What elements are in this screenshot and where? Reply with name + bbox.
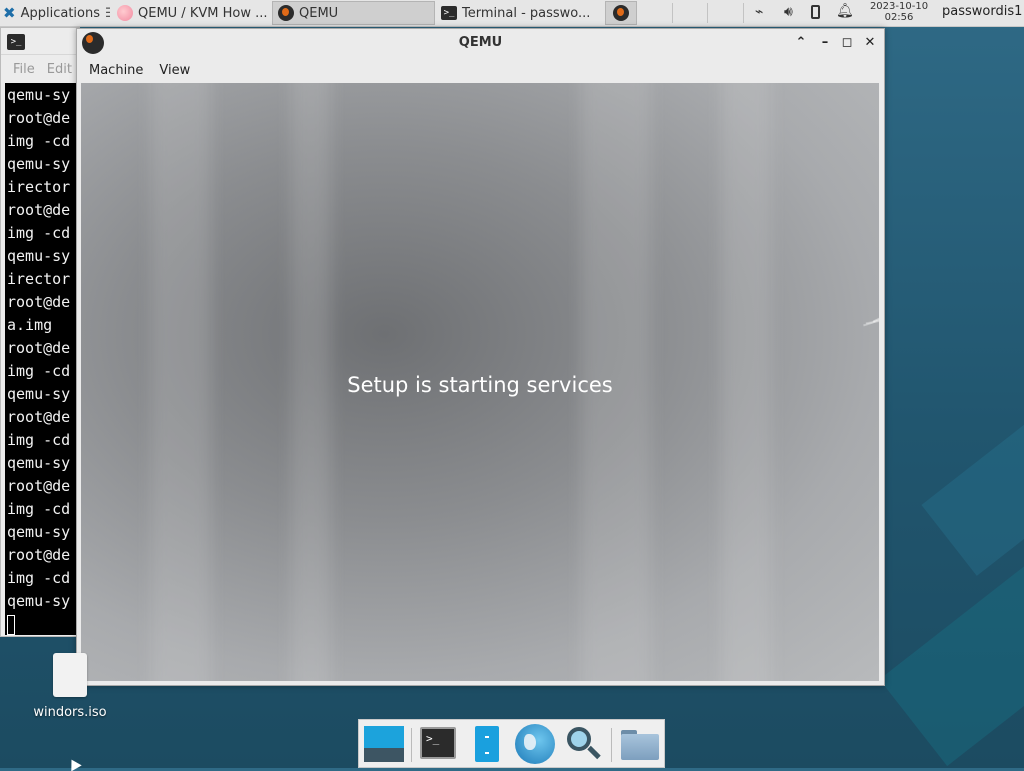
web-browser-globe-icon[interactable] <box>514 724 556 764</box>
minimize-icon[interactable]: – <box>816 34 834 52</box>
terminal-line: qemu-sy <box>7 155 71 173</box>
file-cabinet-icon[interactable] <box>466 724 508 764</box>
qemu-titlebar[interactable]: QEMU ⌃ – ◻ ✕ <box>77 29 884 57</box>
dock: >_ <box>358 719 665 768</box>
desktop-icon-label: windors.iso <box>33 705 107 720</box>
terminal-line: img -cd <box>7 500 71 518</box>
volume-icon[interactable]: 🔊︎ <box>784 4 793 20</box>
terminal-line: qemu-sy <box>7 454 71 472</box>
menu-view[interactable]: View <box>159 63 190 78</box>
menu-machine[interactable]: Machine <box>89 63 143 78</box>
show-desktop-icon[interactable] <box>363 724 405 764</box>
vm-display[interactable]: Setup is starting services <box>81 83 879 681</box>
terminal-icon: >_ <box>7 34 25 50</box>
workspace-switcher-button[interactable] <box>605 1 637 25</box>
window-title: QEMU <box>458 35 503 50</box>
mouse-pointer-icon <box>66 756 82 771</box>
terminal-line: irector <box>7 270 71 288</box>
taskbar-item-label: Terminal - passwo... <box>462 5 591 21</box>
close-icon[interactable]: ✕ <box>861 34 879 52</box>
terminal-cursor <box>7 614 15 635</box>
terminal-line: root@de <box>7 477 71 495</box>
desktop-wallpaper-shape <box>921 394 1024 576</box>
maximize-icon[interactable]: ◻ <box>838 34 856 52</box>
battery-icon[interactable] <box>811 5 820 19</box>
terminal-line: qemu-sy <box>7 385 71 403</box>
terminal-window[interactable]: >_ File Edit qemu-sy root@de img -cd qem… <box>0 27 80 637</box>
setup-status-message: Setup is starting services <box>347 373 613 397</box>
shade-icon[interactable]: ⌃ <box>792 34 810 52</box>
terminal-line: img -cd <box>7 431 71 449</box>
panel-separator <box>743 3 744 23</box>
terminal-line: img -cd <box>7 362 71 380</box>
taskbar-item-qemu[interactable]: QEMU <box>272 1 435 25</box>
menu-file[interactable]: File <box>13 62 35 77</box>
search-magnifier-icon[interactable] <box>562 724 604 764</box>
taskbar-item-label: QEMU <box>299 5 339 21</box>
taskbar-item-label: QEMU / KVM How ... <box>138 5 268 21</box>
panel-separator <box>707 3 708 23</box>
terminal-cursor-line <box>5 613 79 635</box>
menu-lines-icon: ☰ <box>105 6 110 21</box>
desktop-wallpaper-shape <box>879 543 1024 767</box>
terminal-line: irector <box>7 178 71 196</box>
notification-bell-icon[interactable]: 🔔︎ <box>836 3 854 19</box>
terminal-titlebar[interactable]: >_ <box>1 28 79 54</box>
terminal-line: root@de <box>7 339 71 357</box>
terminal-line: img -cd <box>7 569 71 587</box>
qemu-icon <box>278 5 294 21</box>
terminal-line: root@de <box>7 408 71 426</box>
terminal-line: root@de <box>7 201 71 219</box>
terminal-icon[interactable]: >_ <box>418 724 460 764</box>
taskbar-item-browser[interactable]: QEMU / KVM How ... <box>112 1 272 25</box>
terminal-line: qemu-sy <box>7 86 71 104</box>
terminal-line: a.img <box>7 316 53 334</box>
browser-icon <box>117 5 133 21</box>
terminal-line: qemu-sy <box>7 247 71 265</box>
applications-menu-button[interactable]: ✖ Applications ☰ <box>0 1 110 25</box>
folder-icon[interactable] <box>618 724 660 764</box>
qemu-menubar: Machine View <box>77 57 884 83</box>
clock[interactable]: 2023-10-10 02:56 <box>862 1 936 23</box>
terminal-line: qemu-sy <box>7 592 71 610</box>
terminal-line: img -cd <box>7 132 71 150</box>
qemu-window[interactable]: QEMU ⌃ – ◻ ✕ Machine View Setup is start… <box>76 28 885 686</box>
terminal-output[interactable]: qemu-sy root@de img -cd qemu-sy irector … <box>5 83 79 635</box>
top-panel: ✖ Applications ☰ QEMU / KVM How ... QEMU… <box>0 0 1024 27</box>
applications-label: Applications <box>20 5 100 21</box>
terminal-line: img -cd <box>7 224 71 242</box>
desktop-file-windors-iso[interactable]: windors.iso <box>20 653 120 720</box>
terminal-line: qemu-sy <box>7 523 71 541</box>
user-menu[interactable]: passwordis1 <box>942 4 1022 19</box>
clock-time: 02:56 <box>884 12 914 23</box>
network-icon[interactable]: ⌁ <box>755 4 763 20</box>
dock-separator <box>611 728 612 762</box>
panel-separator <box>672 3 673 23</box>
iso-file-icon <box>53 653 87 697</box>
qemu-icon <box>613 5 629 21</box>
taskbar-item-terminal[interactable]: >_ Terminal - passwo... <box>436 1 598 25</box>
terminal-line: root@de <box>7 546 71 564</box>
xfce-mouse-icon: ✖ <box>3 4 16 22</box>
clock-date: 2023-10-10 <box>869 1 929 12</box>
terminal-line: root@de <box>7 293 71 311</box>
menu-edit[interactable]: Edit <box>47 62 72 77</box>
terminal-line: root@de <box>7 109 71 127</box>
terminal-icon: >_ <box>441 6 457 20</box>
terminal-menubar: File Edit <box>1 54 79 83</box>
dock-separator <box>411 728 412 762</box>
